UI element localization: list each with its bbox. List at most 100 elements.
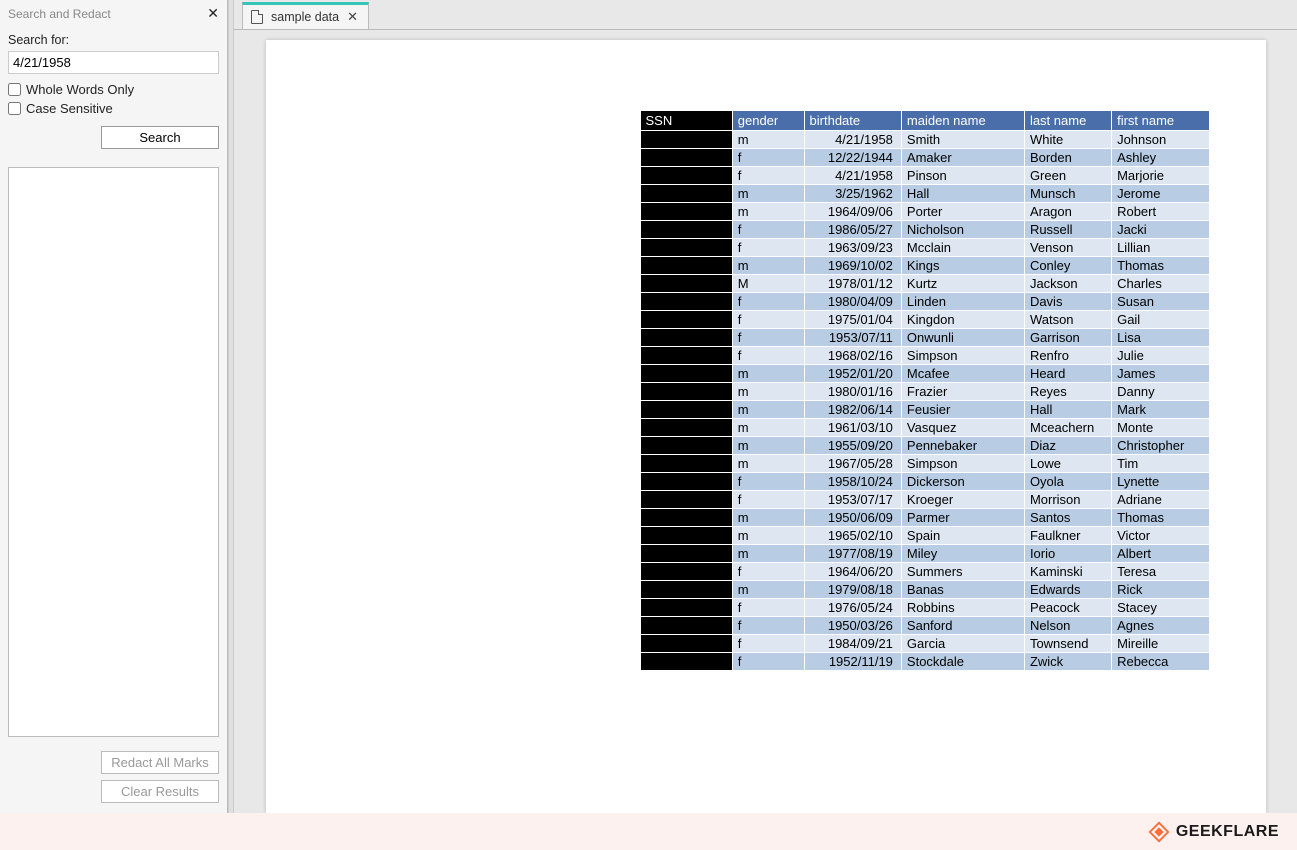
- table-row: f1953/07/17KroegerMorrisonAdriane: [640, 491, 1209, 509]
- table-cell: Pinson: [901, 167, 1024, 185]
- table-row: f4/21/1958PinsonGreenMarjorie: [640, 167, 1209, 185]
- table-cell: Renfro: [1024, 347, 1111, 365]
- results-list[interactable]: [8, 167, 219, 737]
- table-cell: [640, 401, 732, 419]
- table-cell: Nelson: [1024, 617, 1111, 635]
- table-cell: 1963/09/23: [804, 239, 901, 257]
- close-icon[interactable]: ✕: [207, 5, 219, 22]
- table-cell: 1950/03/26: [804, 617, 901, 635]
- table-cell: Townsend: [1024, 635, 1111, 653]
- table-cell: Oyola: [1024, 473, 1111, 491]
- table-cell: Peacock: [1024, 599, 1111, 617]
- table-cell: m: [732, 527, 804, 545]
- table-cell: 1977/08/19: [804, 545, 901, 563]
- table-cell: [640, 203, 732, 221]
- redact-all-button[interactable]: Redact All Marks: [101, 751, 219, 774]
- table-cell: Garcia: [901, 635, 1024, 653]
- table-row: f1976/05/24RobbinsPeacockStacey: [640, 599, 1209, 617]
- table-cell: [640, 167, 732, 185]
- document-page: SSNgenderbirthdatemaiden namelast namefi…: [266, 40, 1266, 813]
- table-cell: [640, 329, 732, 347]
- column-header: gender: [732, 111, 804, 131]
- table-cell: Rick: [1112, 581, 1209, 599]
- table-cell: Venson: [1024, 239, 1111, 257]
- table-cell: 1978/01/12: [804, 275, 901, 293]
- table-cell: Mceachern: [1024, 419, 1111, 437]
- table-cell: Mireille: [1112, 635, 1209, 653]
- table-cell: Watson: [1024, 311, 1111, 329]
- table-cell: 1975/01/04: [804, 311, 901, 329]
- table-cell: Tim: [1112, 455, 1209, 473]
- search-input[interactable]: [8, 51, 219, 74]
- table-cell: [640, 635, 732, 653]
- clear-results-button[interactable]: Clear Results: [101, 780, 219, 803]
- search-redact-panel: Search and Redact ✕ Search for: Whole Wo…: [0, 0, 228, 813]
- column-header: last name: [1024, 111, 1111, 131]
- whole-words-check-input[interactable]: [8, 83, 21, 96]
- case-sensitive-check-input[interactable]: [8, 102, 21, 115]
- table-cell: Hall: [1024, 401, 1111, 419]
- table-cell: [640, 527, 732, 545]
- table-cell: Jackson: [1024, 275, 1111, 293]
- table-cell: Lynette: [1112, 473, 1209, 491]
- table-cell: f: [732, 293, 804, 311]
- table-cell: Banas: [901, 581, 1024, 599]
- table-cell: Smith: [901, 131, 1024, 149]
- document-area[interactable]: SSNgenderbirthdatemaiden namelast namefi…: [234, 30, 1297, 813]
- table-cell: [640, 437, 732, 455]
- table-cell: Marjorie: [1112, 167, 1209, 185]
- table-cell: Simpson: [901, 347, 1024, 365]
- table-cell: Jacki: [1112, 221, 1209, 239]
- table-cell: [640, 311, 732, 329]
- search-button[interactable]: Search: [101, 126, 219, 149]
- table-cell: 3/25/1962: [804, 185, 901, 203]
- table-cell: 12/22/1944: [804, 149, 901, 167]
- table-cell: m: [732, 185, 804, 203]
- table-cell: Santos: [1024, 509, 1111, 527]
- table-cell: 1982/06/14: [804, 401, 901, 419]
- table-cell: Hall: [901, 185, 1024, 203]
- table-cell: [640, 383, 732, 401]
- table-cell: 1986/05/27: [804, 221, 901, 239]
- whole-words-checkbox[interactable]: Whole Words Only: [8, 82, 219, 97]
- table-cell: Kaminski: [1024, 563, 1111, 581]
- table-cell: [640, 221, 732, 239]
- table-cell: Sanford: [901, 617, 1024, 635]
- table-cell: 1979/08/18: [804, 581, 901, 599]
- table-cell: Linden: [901, 293, 1024, 311]
- table-cell: f: [732, 221, 804, 239]
- table-row: f1950/03/26SanfordNelsonAgnes: [640, 617, 1209, 635]
- case-sensitive-checkbox[interactable]: Case Sensitive: [8, 101, 219, 116]
- table-cell: [640, 509, 732, 527]
- table-cell: f: [732, 311, 804, 329]
- table-cell: Heard: [1024, 365, 1111, 383]
- tab-close-icon[interactable]: ✕: [347, 9, 358, 25]
- table-cell: m: [732, 455, 804, 473]
- tab-label: sample data: [271, 10, 339, 24]
- table-cell: Summers: [901, 563, 1024, 581]
- table-cell: m: [732, 203, 804, 221]
- table-cell: f: [732, 329, 804, 347]
- table-cell: Frazier: [901, 383, 1024, 401]
- tab-sample-data[interactable]: sample data ✕: [242, 2, 369, 29]
- table-row: m3/25/1962HallMunschJerome: [640, 185, 1209, 203]
- table-cell: f: [732, 491, 804, 509]
- table-cell: Russell: [1024, 221, 1111, 239]
- table-cell: [640, 131, 732, 149]
- table-cell: m: [732, 509, 804, 527]
- table-cell: Christopher: [1112, 437, 1209, 455]
- table-row: m1969/10/02KingsConleyThomas: [640, 257, 1209, 275]
- table-cell: Reyes: [1024, 383, 1111, 401]
- tab-bar: sample data ✕: [234, 0, 1297, 30]
- table-cell: Nicholson: [901, 221, 1024, 239]
- geekflare-icon: [1148, 821, 1170, 843]
- table-cell: Vasquez: [901, 419, 1024, 437]
- table-cell: 4/21/1958: [804, 167, 901, 185]
- table-cell: m: [732, 365, 804, 383]
- table-cell: Green: [1024, 167, 1111, 185]
- table-cell: m: [732, 131, 804, 149]
- table-cell: m: [732, 257, 804, 275]
- table-cell: m: [732, 401, 804, 419]
- table-cell: Feusier: [901, 401, 1024, 419]
- table-cell: Charles: [1112, 275, 1209, 293]
